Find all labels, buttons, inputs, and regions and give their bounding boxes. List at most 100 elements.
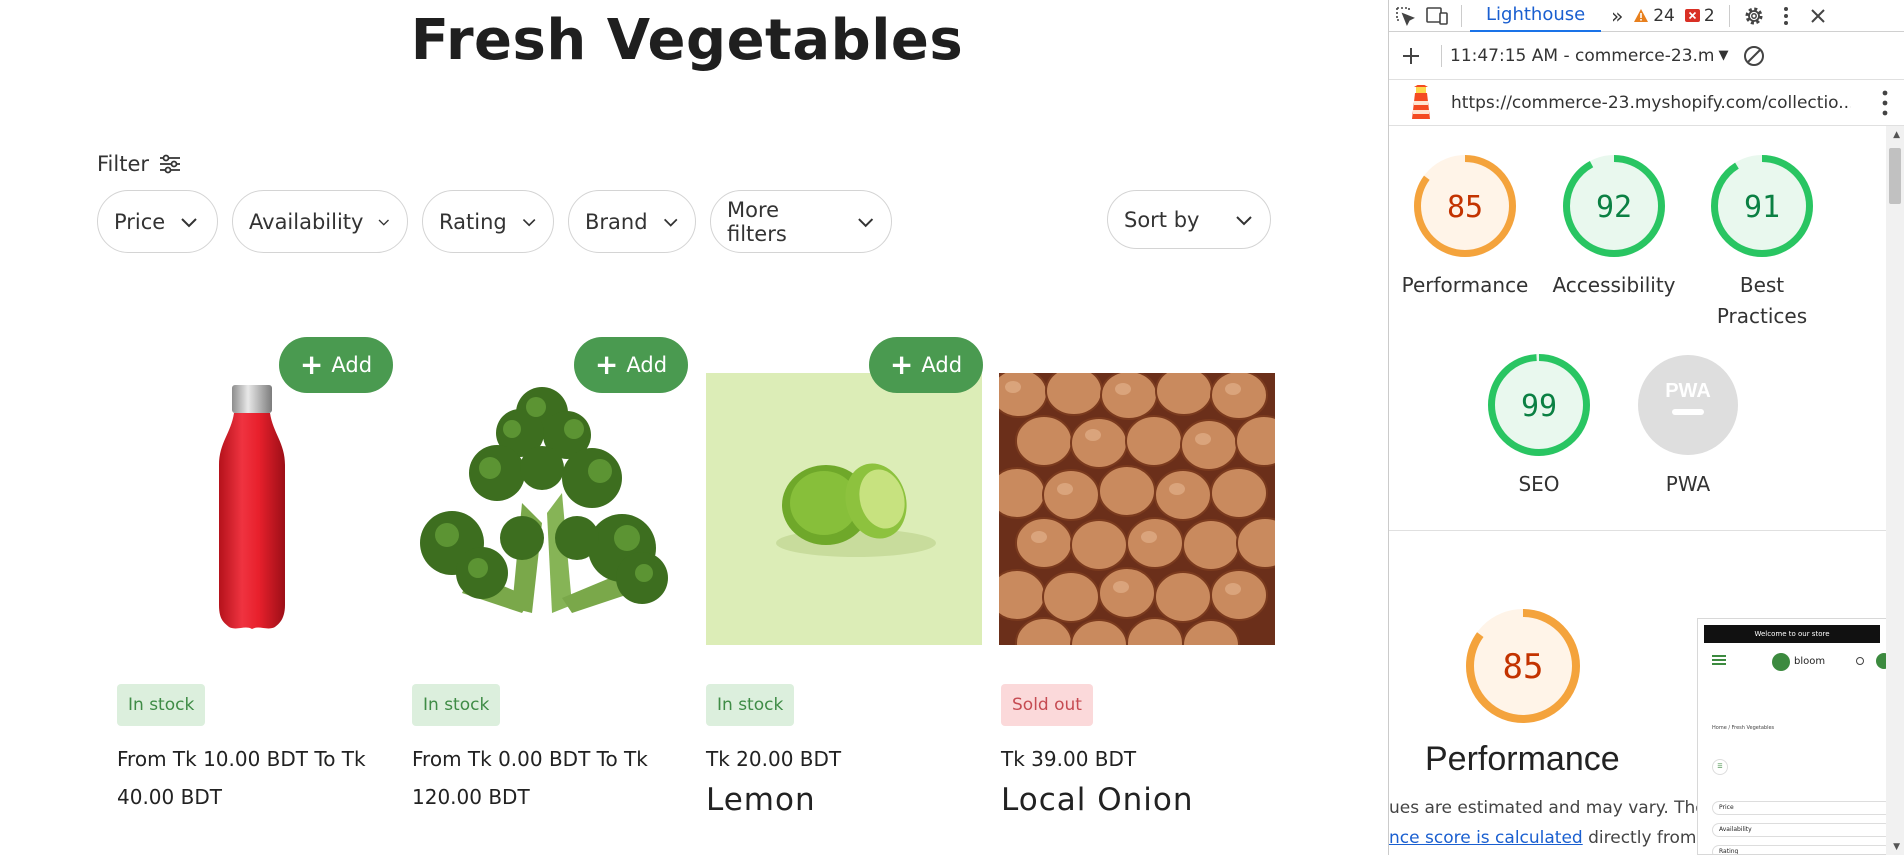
score-label: PWA bbox=[1665, 472, 1711, 496]
score-label: Best Practices bbox=[1716, 273, 1808, 328]
plus-icon: + bbox=[299, 348, 324, 381]
product-name[interactable]: Local Onion bbox=[1001, 782, 1193, 818]
product-price: From Tk 0.00 BDT To Tk 120.00 BDT bbox=[412, 747, 648, 809]
devtools-toolbar: Lighthouse » 24 2 bbox=[1389, 0, 1904, 32]
add-label: Add bbox=[331, 353, 373, 377]
product-image-broccoli[interactable] bbox=[412, 373, 688, 645]
lighthouse-logo-icon bbox=[1401, 84, 1441, 121]
new-report-icon[interactable] bbox=[1389, 40, 1433, 72]
product-image-bottle[interactable] bbox=[117, 373, 393, 645]
product-name[interactable]: Lemon bbox=[706, 782, 816, 818]
thumb-filter-availability: Availability bbox=[1712, 823, 1886, 837]
filter-label: Filter bbox=[97, 152, 150, 176]
page-screenshot-thumbnail[interactable]: Welcome to our store bloom Home / Fresh … bbox=[1697, 618, 1887, 855]
chevron-down-icon bbox=[379, 218, 390, 226]
thumb-filter-icon: ☰ bbox=[1712, 759, 1728, 775]
chevron-down-icon bbox=[857, 217, 873, 227]
device-toolbar-icon[interactable] bbox=[1421, 0, 1453, 32]
filter-availability[interactable]: Availability bbox=[232, 190, 408, 253]
stock-badge: In stock bbox=[706, 684, 795, 726]
filter-bar: Price Availability Rating Brand More fil… bbox=[97, 190, 892, 253]
add-to-cart-button[interactable]: + Add bbox=[279, 337, 393, 393]
errors-count: 2 bbox=[1703, 5, 1715, 26]
estimate-note: ues are estimated and may vary. The bbox=[1389, 798, 1706, 818]
thumb-header: bloom bbox=[1698, 643, 1886, 683]
toolbar-divider bbox=[1461, 4, 1462, 27]
warnings-indicator[interactable]: 24 bbox=[1633, 6, 1675, 26]
more-tabs-icon[interactable]: » bbox=[1601, 0, 1633, 32]
product-image-lemon[interactable] bbox=[706, 373, 982, 645]
filter-rating-label: Rating bbox=[439, 209, 507, 234]
add-to-cart-button[interactable]: + Add bbox=[869, 337, 983, 393]
product-price: Tk 39.00 BDT bbox=[1001, 747, 1137, 771]
performance-big-gauge: 85 bbox=[1466, 609, 1580, 723]
gauge-value: 99 bbox=[1521, 389, 1557, 424]
gear-icon[interactable] bbox=[1738, 0, 1770, 32]
kebab-menu-icon[interactable] bbox=[1770, 0, 1802, 32]
chevron-down-icon bbox=[1236, 215, 1252, 225]
filter-availability-label: Availability bbox=[249, 209, 364, 234]
gauge-value: 85 bbox=[1447, 190, 1483, 225]
close-icon[interactable] bbox=[1802, 0, 1834, 32]
sliders-icon bbox=[160, 154, 181, 174]
tab-lighthouse[interactable]: Lighthouse bbox=[1470, 0, 1602, 32]
pwa-badge-icon: PWA bbox=[1638, 355, 1738, 455]
stock-badge: In stock bbox=[412, 684, 501, 726]
report-select[interactable]: 11:47:15 AM - commerce-23.m ▼ bbox=[1450, 46, 1738, 66]
filter-brand[interactable]: Brand bbox=[568, 190, 696, 253]
sort-label: Sort by bbox=[1124, 207, 1200, 232]
score-performance[interactable]: 85 Performance bbox=[1390, 154, 1540, 301]
calc-note: nce score is calculated directly from th… bbox=[1389, 828, 1730, 848]
score-calc-link[interactable]: nce score is calculated bbox=[1389, 828, 1583, 848]
errors-indicator[interactable]: 2 bbox=[1684, 5, 1715, 26]
gauge-value: 92 bbox=[1596, 190, 1632, 225]
thumb-filter-rating: Rating bbox=[1712, 845, 1886, 854]
filter-toggle[interactable]: Filter bbox=[97, 152, 181, 176]
filter-price-label: Price bbox=[114, 209, 166, 234]
filter-more[interactable]: More filters bbox=[710, 190, 892, 253]
score-pwa[interactable]: PWA PWA bbox=[1613, 353, 1763, 500]
performance-heading: Performance bbox=[1425, 740, 1620, 778]
thumb-banner: Welcome to our store bbox=[1704, 625, 1880, 643]
add-to-cart-button[interactable]: + Add bbox=[574, 337, 688, 393]
product-price: Tk 20.00 BDT bbox=[706, 747, 842, 771]
kebab-menu-icon[interactable] bbox=[1882, 90, 1888, 121]
hamburger-mid bbox=[1712, 659, 1726, 661]
plus-icon: + bbox=[889, 348, 914, 381]
broccoli-image bbox=[420, 387, 668, 613]
add-label: Add bbox=[626, 353, 668, 377]
toolbar-divider bbox=[1441, 44, 1442, 67]
best-practices-gauge: 91 bbox=[1711, 155, 1813, 257]
score-best-practices[interactable]: 91 Best Practices bbox=[1687, 154, 1837, 332]
filter-price[interactable]: Price bbox=[97, 190, 218, 253]
scrollbar-thumb[interactable] bbox=[1889, 148, 1901, 204]
scroll-down-arrow-icon[interactable]: ▼ bbox=[1893, 842, 1900, 852]
filter-more-label: More filters bbox=[727, 197, 787, 246]
plus-icon: + bbox=[594, 348, 619, 381]
filter-rating[interactable]: Rating bbox=[422, 190, 554, 253]
score-seo[interactable]: 99 SEO bbox=[1464, 353, 1614, 500]
score-accessibility[interactable]: 92 Accessibility bbox=[1539, 154, 1689, 301]
score-label: Accessibility bbox=[1552, 273, 1676, 297]
bloom-logo-icon bbox=[1772, 653, 1790, 671]
scrollbar-track[interactable] bbox=[1886, 126, 1904, 855]
pwa-logo-text: PWA bbox=[1665, 380, 1711, 402]
performance-detail-gauge: 85 bbox=[1465, 608, 1581, 728]
inspect-element-icon[interactable] bbox=[1389, 0, 1421, 32]
filter-brand-label: Brand bbox=[585, 209, 648, 234]
clear-icon[interactable] bbox=[1738, 40, 1770, 72]
scroll-up-arrow-icon[interactable]: ▲ bbox=[1893, 130, 1900, 140]
seo-gauge: 99 bbox=[1488, 354, 1590, 456]
product-image-onion[interactable] bbox=[999, 373, 1275, 645]
gauge-value: 85 bbox=[1503, 647, 1544, 687]
warning-icon bbox=[1634, 9, 1649, 22]
thumb-brand: bloom bbox=[1794, 656, 1826, 667]
sort-dropdown[interactable]: Sort by bbox=[1107, 190, 1271, 249]
section-divider bbox=[1389, 530, 1887, 531]
lighthouse-report-bar: 11:47:15 AM - commerce-23.m ▼ bbox=[1389, 32, 1904, 80]
report-time: 11:47:15 AM - commerce-23.m bbox=[1450, 45, 1715, 66]
search-icon bbox=[1856, 657, 1864, 665]
thumb-filter-price: Price bbox=[1712, 801, 1886, 815]
score-label: Performance bbox=[1401, 273, 1529, 297]
store-page: Fresh Vegetables Filter Price Availabili… bbox=[0, 0, 1388, 855]
